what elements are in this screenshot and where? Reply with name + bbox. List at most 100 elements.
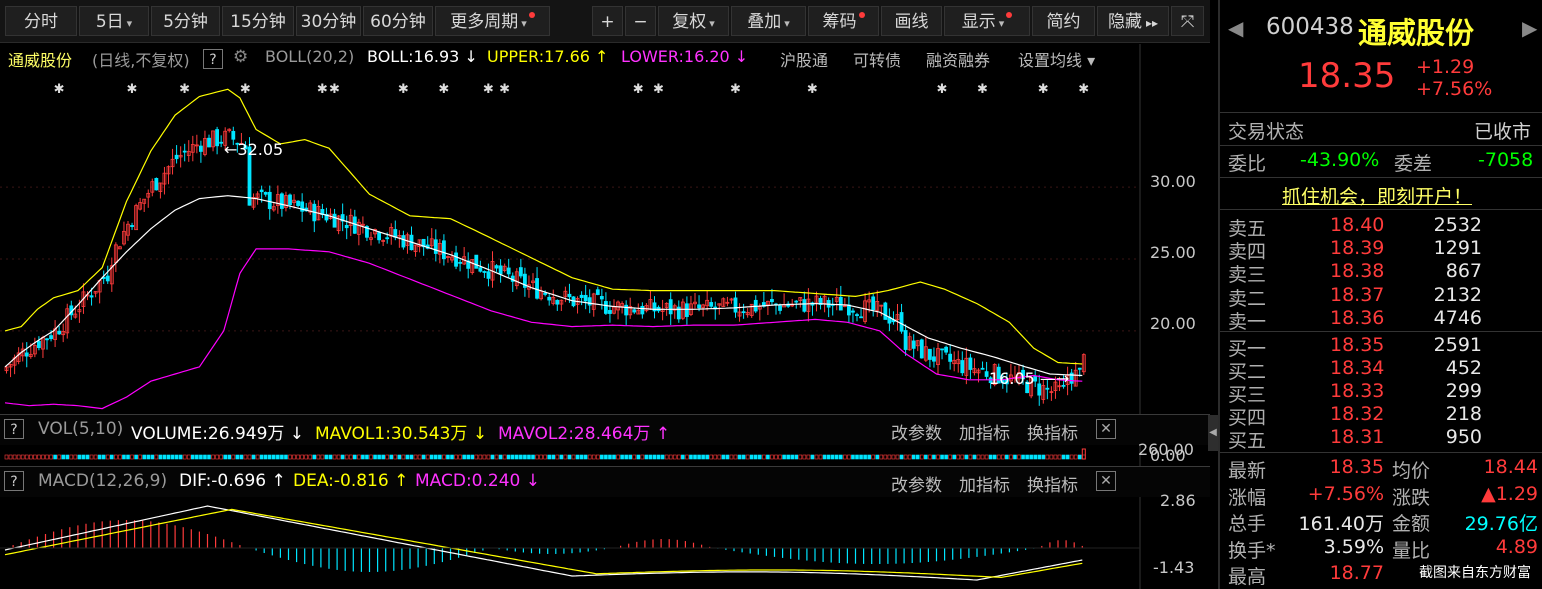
stat-label: 金额 (1392, 513, 1431, 535)
candle-body (838, 296, 843, 311)
volume-bar (676, 454, 681, 460)
open-account-link[interactable]: 抓住机会，即刻开户！ (1282, 182, 1472, 209)
collapse-panel-tab[interactable]: ◀ (1208, 415, 1218, 451)
volume-bar (1045, 454, 1050, 460)
vol-add-indicator-button[interactable]: 加指标 (959, 419, 1010, 444)
volume-bar (591, 454, 596, 460)
bid-row[interactable]: 买二 18.34 452 (1220, 357, 1542, 383)
volume-bar (915, 454, 920, 460)
bid-row[interactable]: 买三 18.33 299 (1220, 380, 1542, 406)
level-price: 18.37 (1330, 283, 1385, 306)
volume-bar (340, 454, 345, 460)
ask-row[interactable]: 卖三 18.38 867 (1220, 260, 1542, 286)
candle-body (608, 310, 612, 314)
volume-bar (186, 454, 191, 460)
macd-change-params-button[interactable]: 改参数 (891, 471, 942, 496)
volume-bar (389, 454, 394, 460)
volume-bar (757, 454, 762, 460)
level-volume: 2132 (1433, 283, 1482, 306)
quote-stat-row: 涨幅 +7.56% 涨跌 ▲1.29 (1220, 482, 1542, 509)
candle-body (855, 314, 859, 316)
volume-bar (551, 454, 556, 460)
volume-bar (89, 454, 94, 460)
volume-bar (1033, 454, 1037, 460)
prev-stock-arrow-icon[interactable]: ◀ (1228, 16, 1243, 40)
level-price: 18.40 (1330, 214, 1385, 236)
ask-row[interactable]: 卖四 18.39 1291 (1220, 237, 1542, 263)
bid-row[interactable]: 买一 18.35 2591 (1220, 334, 1542, 360)
macd-add-indicator-button[interactable]: 加指标 (959, 471, 1010, 496)
candle-body (154, 177, 159, 191)
ask-row[interactable]: 卖一 18.36 4746 (1220, 307, 1542, 333)
candle-body (632, 309, 637, 313)
candle-body (928, 348, 932, 360)
volume-bar (45, 454, 49, 460)
volume-bar (110, 454, 114, 460)
close-icon[interactable]: ✕ (1096, 471, 1116, 491)
vol-change-params-button[interactable]: 改参数 (891, 419, 942, 444)
volume-bar (668, 454, 673, 460)
stat-label: 涨幅 (1228, 486, 1267, 509)
volume-bar (357, 454, 361, 460)
ask-row[interactable]: 卖二 18.37 2132 (1220, 283, 1542, 310)
volume-bar (632, 454, 637, 460)
candle-body (802, 299, 807, 312)
event-marker: ✱ (807, 82, 818, 97)
next-stock-arrow-icon[interactable]: ▶ (1522, 16, 1537, 40)
close-icon[interactable]: ✕ (1096, 419, 1116, 439)
divider (1220, 209, 1542, 210)
kline-chart[interactable]: ✱ ✱ ✱ ✱ ✱ ✱ ✱ ✱ ✱ ✱ ✱ ✱ ✱ ✱ ✱ ✱ ✱ ✱ (0, 0, 1210, 589)
bid-row[interactable]: 买五 18.31 950 (1220, 426, 1542, 452)
macd-indicator-name[interactable]: MACD(12,26,9) (38, 471, 167, 491)
volume-bar (332, 454, 337, 460)
volume-bar (223, 454, 227, 460)
volume-bar (20, 454, 25, 460)
volume-bar (69, 454, 74, 460)
trade-status-value: 已收市 (1474, 121, 1532, 143)
event-marker: ✱ (240, 82, 251, 97)
help-button[interactable]: ? (4, 419, 24, 439)
help-button[interactable]: ? (4, 471, 24, 491)
volume-bar (571, 454, 576, 460)
volume-bar (369, 454, 373, 460)
stat-value: 18.44 (1483, 456, 1538, 478)
volume-bar (344, 454, 349, 460)
volume-bar (239, 454, 244, 460)
volume-bar (753, 454, 758, 460)
candle-body (49, 335, 53, 340)
stat-value: +7.56% (1307, 482, 1384, 505)
y-tick-label: 30.00 (1150, 172, 1196, 191)
volume-bar (207, 454, 211, 460)
bid-row[interactable]: 买四 18.32 218 (1220, 403, 1542, 429)
volume-bar (555, 454, 560, 460)
level-price: 18.34 (1330, 357, 1385, 379)
volume-bar (41, 454, 45, 460)
mavol1-value: MAVOL1:30.543万 ↓ (315, 424, 488, 444)
candle-body (919, 339, 924, 359)
volume-bar (1061, 454, 1066, 460)
candle-body (494, 265, 499, 269)
volume-bar (587, 454, 592, 460)
volume-bar (130, 454, 134, 460)
volume-bar (162, 454, 167, 460)
volume-bar (1073, 454, 1078, 460)
quote-panel: ◀ 600438 通威股份 ▶ 18.35 +1.29 +7.56% 交易状态 … (1218, 0, 1542, 589)
volume-bar (733, 454, 738, 460)
candle-body (267, 191, 272, 210)
level-price: 18.38 (1330, 260, 1385, 283)
volume-bar (365, 454, 369, 460)
candle-body (685, 303, 689, 317)
vol-switch-indicator-button[interactable]: 换指标 (1027, 419, 1078, 444)
volume-bar (1021, 454, 1025, 460)
volume-bar (822, 454, 827, 460)
vol-indicator-name[interactable]: VOL(5,10) (38, 419, 123, 439)
stat-label: 量比 (1392, 539, 1431, 562)
level-volume: 2591 (1433, 334, 1482, 356)
macd-value: MACD:0.240 ↓ (415, 471, 541, 491)
macd-switch-indicator-button[interactable]: 换指标 (1027, 471, 1078, 496)
ask-row[interactable]: 卖五 18.40 2532 (1220, 214, 1542, 240)
candle-body (478, 267, 483, 272)
candle-body (24, 352, 29, 357)
candle-body (944, 346, 948, 353)
candle-body (401, 235, 406, 248)
